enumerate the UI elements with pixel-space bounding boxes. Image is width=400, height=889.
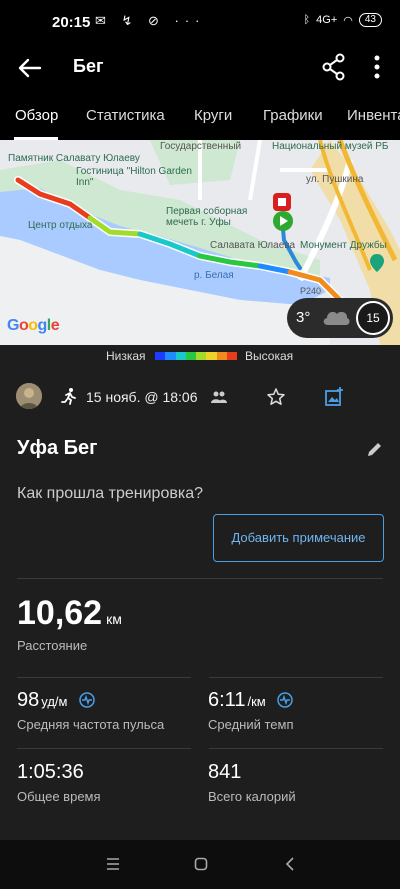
calories-label: Всего калорий: [208, 789, 296, 804]
status-bar: 20:15 ✉ ↯ ⊘ ··· ᛒ 4G+ ◠ 43: [0, 0, 400, 44]
star-icon[interactable]: [266, 387, 286, 407]
heart-rate-label: Средняя частота пульса: [17, 717, 165, 732]
calories-value: 841: [208, 761, 242, 783]
divider: [17, 578, 383, 579]
add-note-button[interactable]: Добавить примечание: [213, 514, 384, 562]
map-label-pushkin: ул. Пушкина: [306, 174, 364, 185]
heart-rate-value: 98: [17, 689, 40, 711]
more-vertical-icon: [374, 55, 380, 79]
wifi-icon: ◠: [343, 14, 353, 27]
map-label-center: Центр отдыха: [28, 220, 93, 231]
tab-overview[interactable]: Обзор: [15, 107, 58, 124]
divider: [17, 748, 191, 749]
heart-rate-stat[interactable]: 98 уд/м Средняя частота пульса: [17, 689, 164, 732]
total-time-value: 1:05:36: [17, 761, 84, 783]
heart-rate-info-icon[interactable]: [79, 692, 95, 708]
map-label-hotel: Гостиница "Hilton Garden Inn": [76, 166, 192, 188]
legend-swatch-2: [175, 352, 186, 360]
run-icon: [61, 388, 76, 405]
back-button[interactable]: [14, 52, 46, 84]
legend-swatch-7: [226, 352, 237, 360]
system-nav-bar: [0, 840, 400, 889]
legend-swatch-4: [196, 352, 207, 360]
pace-label: Средний темп: [208, 717, 294, 732]
map-label-salavat: Салавата Юлаева: [210, 240, 296, 251]
tab-laps[interactable]: Круги: [194, 107, 232, 124]
pace-unit: /км: [247, 694, 266, 709]
tab-gear[interactable]: Инвента: [347, 107, 400, 124]
legend-swatch-5: [206, 352, 217, 360]
total-time-label: Общее время: [17, 789, 101, 804]
bluetooth-icon: ᛒ: [303, 14, 311, 26]
pencil-icon[interactable]: [366, 440, 384, 458]
pace-info-icon[interactable]: [277, 692, 294, 708]
add-photo-icon[interactable]: [324, 387, 344, 407]
google-logo: Google: [7, 317, 60, 334]
share-icon: [322, 53, 345, 81]
legend-swatch-6: [216, 352, 227, 360]
tab-stats[interactable]: Статистика: [86, 107, 165, 124]
arrow-left-icon: [18, 58, 42, 78]
avatar[interactable]: [16, 383, 42, 409]
cloud-icon: [323, 311, 350, 325]
distance-unit: км: [106, 611, 122, 627]
legend-swatch-0: [155, 352, 166, 360]
weather-widget[interactable]: 3° 15: [287, 298, 393, 338]
divider: [17, 677, 191, 678]
map-label-museum: Национальный музей РБ: [272, 141, 389, 152]
workout-feedback-question: Как прошла тренировка?: [17, 485, 203, 502]
map-label-friendship: Монумент Дружбы: [300, 240, 387, 251]
app-bar: Бег: [0, 44, 400, 92]
map-label-road: P240: [300, 286, 322, 296]
legend-gradient: [155, 352, 237, 360]
legend-swatch-3: [185, 352, 196, 360]
total-time-stat[interactable]: 1:05:36 Общее время: [17, 761, 101, 804]
activity-meta-row: 15 нояб. @ 18:06: [0, 379, 400, 415]
divider: [209, 748, 383, 749]
legend-swatch-1: [165, 352, 176, 360]
share-button[interactable]: [318, 50, 350, 84]
activity-overview: 15 нояб. @ 18:06 Уфа Бег Как прошла трен…: [0, 367, 400, 840]
heart-rate-unit: уд/м: [41, 694, 68, 709]
map-label-mosque: Первая соборная мечеть г. Уфы: [166, 206, 248, 228]
recent-apps-icon[interactable]: [105, 857, 121, 871]
distance-label: Расстояние: [17, 638, 88, 653]
notification-icons: ✉ ↯ ⊘ ···: [95, 13, 206, 28]
pace-legend: Низкая Высокая: [0, 345, 400, 367]
tab-charts[interactable]: Графики: [263, 107, 323, 124]
pace-stat[interactable]: 6:11/км Средний темп: [208, 689, 293, 732]
pace-value: 6:11: [208, 689, 246, 711]
finish-flag-icon: [273, 193, 291, 211]
pace-value-row: 6:11/км: [208, 689, 294, 712]
network-label: 4G+: [316, 14, 338, 26]
map-label-state: Государственный: [160, 141, 242, 152]
legend-high-label: Высокая: [245, 349, 294, 363]
wind-speed: 15: [366, 311, 380, 325]
calories-stat[interactable]: 841 Всего калорий: [208, 761, 296, 804]
start-marker-icon: [273, 211, 293, 231]
heart-rate-value-row: 98 уд/м: [17, 689, 164, 712]
divider: [209, 677, 383, 678]
status-indicators: ᛒ 4G+ ◠ 43: [304, 13, 382, 27]
status-time: 20:15: [52, 14, 91, 31]
distance-value: 10,62: [17, 594, 103, 632]
legend-low-label: Низкая: [106, 349, 146, 363]
activity-date: 15 нояб. @ 18:06: [86, 389, 198, 405]
user-photo-icon: [16, 383, 42, 409]
tab-bar: Обзор Статистика Круги Графики Инвента: [0, 92, 400, 140]
people-icon[interactable]: [211, 390, 227, 404]
map-pin-icon: [370, 254, 384, 272]
distance-value-row: 10,62 км: [17, 594, 122, 633]
map-label-river: р. Белая: [194, 270, 234, 281]
battery-level: 43: [358, 13, 382, 27]
more-options-button[interactable]: [366, 50, 388, 84]
system-back-icon[interactable]: [283, 856, 297, 872]
map-label-monument-julaev: Памятник Салавату Юлаеву: [8, 153, 140, 164]
wind-dial: 15: [356, 301, 390, 335]
weather-temperature: 3°: [296, 309, 311, 326]
route-map[interactable]: Памятник Салавату Юлаеву Гостиница "Hilt…: [0, 140, 400, 345]
activity-title: Уфа Бег: [17, 437, 98, 459]
page-title: Бег: [73, 56, 104, 76]
home-icon[interactable]: [194, 857, 208, 871]
